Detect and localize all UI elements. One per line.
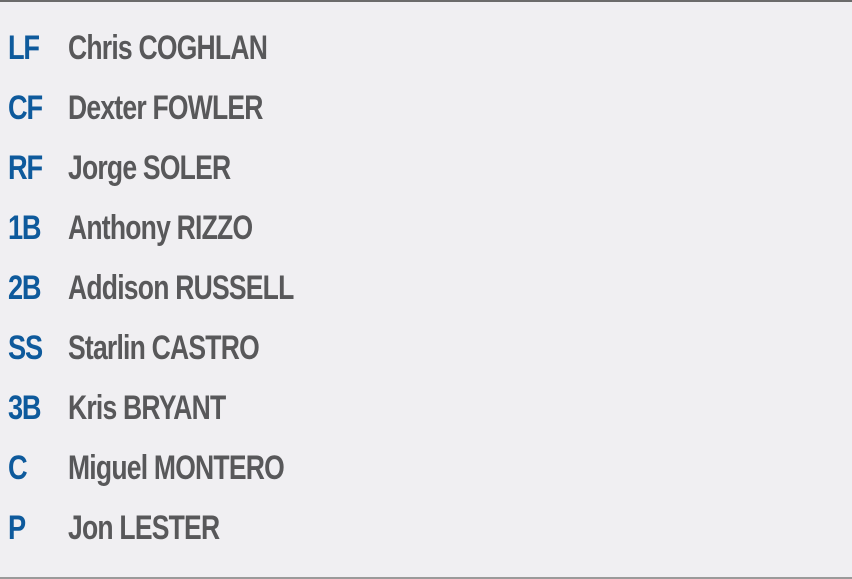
position-label: P (8, 508, 26, 547)
player-name: Chris COGHLAN (68, 28, 268, 67)
player-name: Jorge SOLER (68, 148, 231, 187)
position-label: 2B (8, 268, 42, 307)
lineup-panel: LF Chris COGHLAN CF Dexter FOWLER RF Jor… (0, 0, 852, 579)
position-label: 1B (8, 208, 42, 247)
lineup-row: LF Chris COGHLAN (8, 18, 357, 78)
position-label: RF (8, 148, 43, 187)
position-label: CF (8, 88, 43, 127)
player-name: Kris BRYANT (68, 388, 226, 427)
position-label: C (8, 448, 28, 487)
lineup-row: C Miguel MONTERO (8, 438, 357, 498)
lineup-row: RF Jorge SOLER (8, 138, 357, 198)
player-name: Miguel MONTERO (68, 448, 285, 487)
lineup-row: 3B Kris BRYANT (8, 378, 357, 438)
lineup-row: CF Dexter FOWLER (8, 78, 357, 138)
lineup-row: P Jon LESTER (8, 498, 357, 558)
player-name: Starlin CASTRO (68, 328, 260, 367)
position-label: 3B (8, 388, 42, 427)
lineup-list: LF Chris COGHLAN CF Dexter FOWLER RF Jor… (8, 18, 357, 558)
lineup-row: SS Starlin CASTRO (8, 318, 357, 378)
player-name: Dexter FOWLER (68, 88, 263, 127)
position-label: SS (8, 328, 43, 367)
lineup-row: 2B Addison RUSSELL (8, 258, 357, 318)
player-name: Jon LESTER (68, 508, 220, 547)
player-name: Addison RUSSELL (68, 268, 294, 307)
position-label: LF (8, 28, 40, 67)
lineup-row: 1B Anthony RIZZO (8, 198, 357, 258)
player-name: Anthony RIZZO (68, 208, 253, 247)
